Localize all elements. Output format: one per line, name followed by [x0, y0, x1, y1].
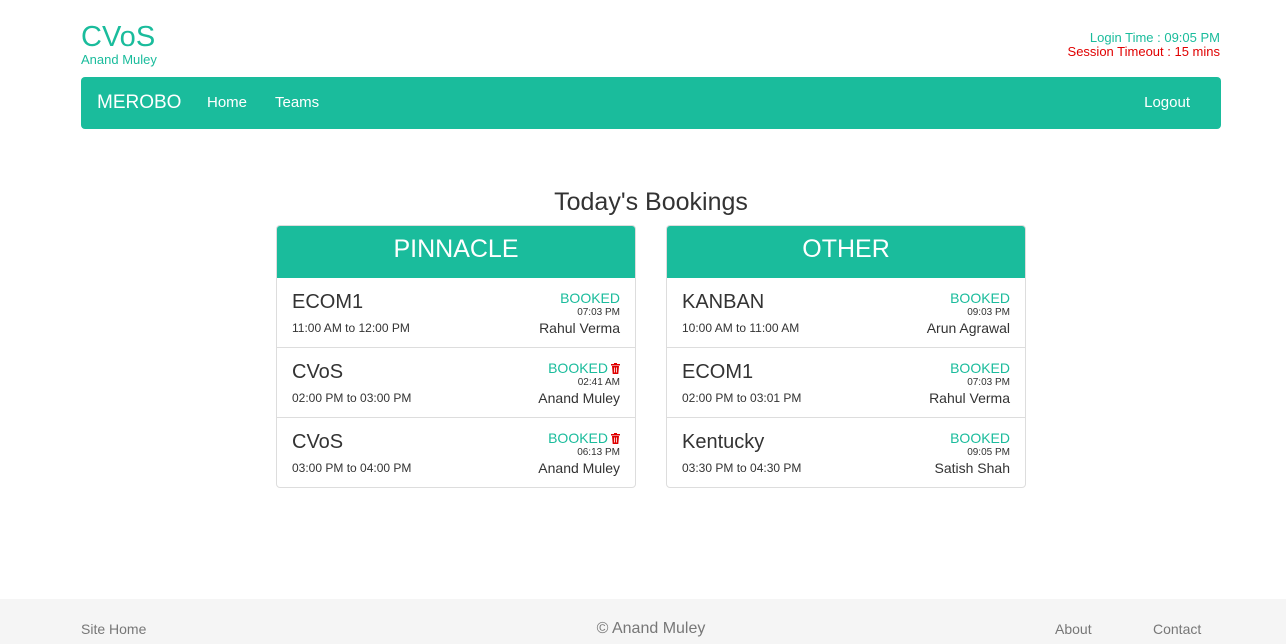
- booking-status: BOOKED: [560, 290, 620, 306]
- booking-room: ECOM1: [292, 291, 364, 313]
- booking-status: BOOKED: [950, 290, 1010, 306]
- booking-slot: 02:00 PM to 03:01 PM: [682, 391, 802, 405]
- trash-icon[interactable]: [611, 363, 620, 374]
- booking-slot: 11:00 AM to 12:00 PM: [292, 321, 410, 335]
- booking-status-line: BOOKED: [950, 360, 1010, 376]
- booking-room: CVoS: [292, 361, 344, 383]
- booking-item: ECOM1 02:00 PM to 03:01 PM BOOKED 07:03 …: [667, 348, 1025, 418]
- booking-slot: 10:00 AM to 11:00 AM: [682, 321, 800, 335]
- footer-contact-link[interactable]: Contact: [1153, 621, 1201, 637]
- current-user-name: Anand Muley: [81, 52, 157, 67]
- booking-status: BOOKED: [950, 430, 1010, 446]
- booking-room: ECOM1: [682, 361, 754, 383]
- booking-status: BOOKED: [548, 360, 608, 376]
- footer: Site Home © Anand Muley About Contact: [0, 599, 1286, 644]
- nav-brand-link[interactable]: MEROBO: [97, 92, 181, 114]
- booking-item: Kentucky 03:30 PM to 04:30 PM BOOKED 09:…: [667, 418, 1025, 487]
- booking-slot: 02:00 PM to 03:00 PM: [292, 391, 412, 405]
- booking-item: ECOM1 11:00 AM to 12:00 PM BOOKED 07:03 …: [277, 278, 635, 348]
- nav-teams-link[interactable]: Teams: [275, 94, 319, 112]
- booking-slot: 03:30 PM to 04:30 PM: [682, 461, 802, 475]
- booking-status-line: BOOKED: [548, 360, 620, 376]
- bookings-panel-pinnacle: PINNACLE ECOM1 11:00 AM to 12:00 PM BOOK…: [276, 225, 636, 488]
- footer-copyright: © Anand Muley: [596, 620, 706, 637]
- booking-owner: Anand Muley: [538, 390, 620, 406]
- booking-status-line: BOOKED: [548, 430, 620, 446]
- booking-item: CVoS 02:00 PM to 03:00 PM BOOKED 02:41 A…: [277, 348, 635, 418]
- booking-created-time: 07:03 PM: [577, 307, 620, 318]
- booking-item: KANBAN 10:00 AM to 11:00 AM BOOKED 09:03…: [667, 278, 1025, 348]
- page-title: Today's Bookings: [554, 188, 748, 216]
- panel-header: PINNACLE: [277, 226, 635, 278]
- app-title: CVoS: [81, 21, 156, 53]
- logout-link[interactable]: Logout: [1144, 94, 1190, 112]
- booking-status-line: BOOKED: [560, 290, 620, 306]
- booking-room: KANBAN: [682, 291, 765, 313]
- booking-status: BOOKED: [950, 360, 1010, 376]
- booking-room: CVoS: [292, 431, 344, 453]
- login-time: Login Time : 09:05 PM: [1089, 30, 1220, 45]
- booking-slot: 03:00 PM to 04:00 PM: [292, 461, 412, 475]
- booking-created-time: 06:13 PM: [577, 447, 620, 458]
- booking-status-line: BOOKED: [950, 290, 1010, 306]
- booking-created-time: 07:03 PM: [967, 377, 1010, 388]
- booking-created-time: 09:03 PM: [967, 307, 1010, 318]
- booking-owner: Arun Agrawal: [926, 320, 1010, 336]
- session-timeout: Session Timeout : 15 mins: [1067, 44, 1220, 59]
- panel-header: OTHER: [667, 226, 1025, 278]
- booking-status-line: BOOKED: [950, 430, 1010, 446]
- booking-owner: Rahul Verma: [929, 390, 1010, 406]
- trash-icon[interactable]: [611, 433, 620, 444]
- booking-room: Kentucky: [682, 431, 765, 453]
- booking-created-time: 02:41 AM: [577, 377, 620, 388]
- booking-status: BOOKED: [548, 430, 608, 446]
- booking-owner: Satish Shah: [934, 460, 1011, 476]
- bookings-panel-other: OTHER KANBAN 10:00 AM to 11:00 AM BOOKED…: [666, 225, 1026, 488]
- booking-owner: Rahul Verma: [539, 320, 620, 336]
- nav-home-link[interactable]: Home: [207, 94, 247, 112]
- booking-created-time: 09:05 PM: [967, 447, 1010, 458]
- booking-item: CVoS 03:00 PM to 04:00 PM BOOKED 06:13 P…: [277, 418, 635, 487]
- navbar: MEROBO Home Teams Logout: [81, 77, 1221, 129]
- session-info: Login Time : 09:05 PM Session Timeout : …: [1068, 31, 1220, 59]
- booking-owner: Anand Muley: [538, 460, 620, 476]
- footer-about-link[interactable]: About: [1055, 621, 1092, 637]
- app-header: CVoS Anand Muley: [81, 21, 157, 67]
